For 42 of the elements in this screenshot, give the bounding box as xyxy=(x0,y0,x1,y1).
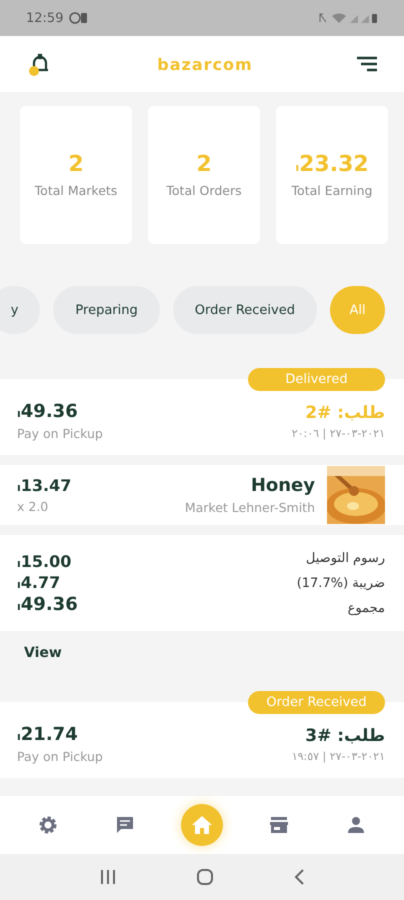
filter-chip[interactable]: Order Received xyxy=(172,286,317,334)
summary-amount: ı49.36 xyxy=(17,594,78,614)
stat-label: Total Orders xyxy=(166,183,242,198)
status-badge: Delivered xyxy=(248,368,385,391)
signal-icons xyxy=(318,12,378,24)
stat-value: ı23.32 xyxy=(295,152,369,177)
app-title: bazarcom xyxy=(157,54,253,74)
item-price: ı 13.47 xyxy=(17,476,72,495)
stat-label: Total Markets xyxy=(34,183,118,198)
market-name: Market Lehner-Smith xyxy=(184,500,315,515)
person-icon xyxy=(346,815,366,835)
filter-chip[interactable]: y xyxy=(0,286,40,334)
summary-label: مجموع xyxy=(348,600,385,618)
store-icon xyxy=(268,815,289,835)
summary-amount: ı4.77 xyxy=(17,572,62,592)
view-link[interactable]: View xyxy=(24,645,62,661)
chat-icon xyxy=(115,815,136,835)
item-name: Honey xyxy=(250,475,315,496)
order-total: ı21.74 xyxy=(17,724,79,745)
order-date: ٢٠٢١-٠٣-٢٧ | ٢٠:٠٦ xyxy=(292,426,385,440)
back-icon[interactable] xyxy=(292,868,305,886)
order-number: طلب: #3 xyxy=(305,726,385,746)
status-time: 12:59 xyxy=(26,10,64,26)
payment-method: Pay on Pickup xyxy=(17,426,103,441)
filter-chip[interactable]: Preparing xyxy=(53,286,160,334)
stat-value: 2 xyxy=(68,152,84,177)
order-total: ı49.36 xyxy=(17,401,79,422)
item-quantity: x 2.0 xyxy=(17,499,50,514)
order-date: ٢٠٢١-٠٣-٢٧ | ١٩:٥٧ xyxy=(292,750,385,762)
payment-method: Pay on Pickup xyxy=(17,749,103,764)
menu-icon[interactable] xyxy=(356,56,378,72)
recents-icon[interactable] xyxy=(99,869,118,885)
order-number: طلب: #2 xyxy=(305,402,385,422)
home-icon xyxy=(190,815,213,835)
summary-label: ضريبة (%17.7) xyxy=(296,574,385,592)
summary-amount: ı 15.00 xyxy=(17,552,72,570)
stat-value: 2 xyxy=(196,152,212,177)
status-icons xyxy=(69,12,88,24)
status-badge: Order Received xyxy=(248,691,385,714)
settings-icon xyxy=(38,815,58,835)
summary-label: رسوم التوصيل xyxy=(306,550,385,568)
stat-label: Total Earning xyxy=(292,183,372,198)
